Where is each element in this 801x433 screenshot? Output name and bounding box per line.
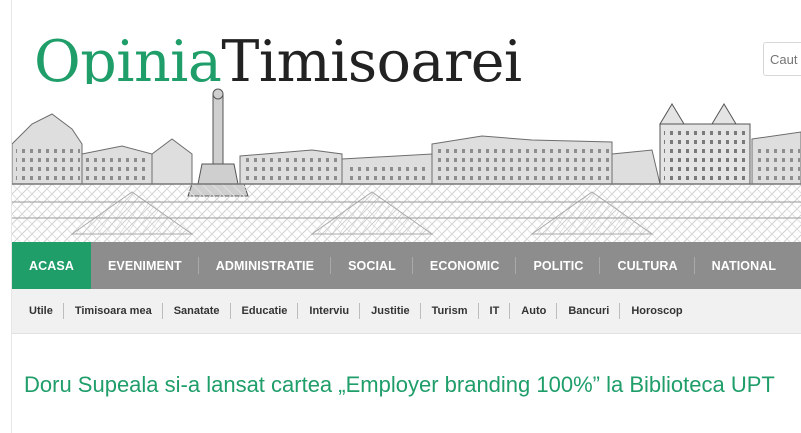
- main-menu: ACASA EVENIMENT ADMINISTRATIE SOCIAL ECO…: [12, 242, 801, 289]
- menu-item-social[interactable]: SOCIAL: [331, 242, 413, 289]
- menu-item-eveniment[interactable]: EVENIMENT: [91, 242, 199, 289]
- submenu-item-label: Turism: [431, 305, 468, 317]
- search-box[interactable]: [763, 42, 801, 76]
- menu-item-national[interactable]: NATIONAL: [695, 242, 793, 289]
- menu-item-label: NATIONAL: [711, 258, 777, 273]
- secondary-menu: Utile Timisoara mea Sanatate Educatie In…: [12, 289, 801, 334]
- city-skyline-banner: [12, 84, 801, 242]
- submenu-item-turism[interactable]: Turism: [421, 303, 479, 319]
- menu-item-label: CULTURA: [617, 258, 678, 273]
- submenu-item-sanatate[interactable]: Sanatate: [163, 303, 231, 319]
- submenu-item-auto[interactable]: Auto: [510, 303, 558, 319]
- submenu-item-utile[interactable]: Utile: [18, 303, 64, 319]
- menu-item-acasa[interactable]: ACASA: [12, 242, 91, 289]
- submenu-item-label: IT: [489, 305, 500, 317]
- submenu-item-label: Utile: [29, 305, 53, 317]
- menu-item-label: SOCIAL: [348, 258, 396, 273]
- submenu-item-label: Interviu: [309, 305, 350, 317]
- menu-item-administratie[interactable]: ADMINISTRATIE: [199, 242, 332, 289]
- submenu-item-timisoara-mea[interactable]: Timisoara mea: [64, 303, 163, 319]
- menu-item-label: EVENIMENT: [107, 258, 182, 273]
- submenu-item-label: Justitie: [371, 305, 410, 317]
- submenu-item-label: Educatie: [241, 305, 288, 317]
- menu-item-label: ACASA: [29, 258, 74, 273]
- menu-item-economic[interactable]: ECONOMIC: [413, 242, 517, 289]
- submenu-item-label: Timisoara mea: [74, 305, 152, 317]
- submenu-item-bancuri[interactable]: Bancuri: [557, 303, 621, 319]
- submenu-item-horoscop[interactable]: Horoscop: [620, 305, 693, 317]
- menu-item-label: ADMINISTRATIE: [215, 258, 315, 273]
- submenu-item-justitie[interactable]: Justitie: [360, 303, 421, 319]
- submenu-item-label: Bancuri: [568, 305, 610, 317]
- submenu-item-label: Auto: [521, 305, 547, 317]
- search-input[interactable]: [764, 43, 801, 75]
- submenu-item-label: Sanatate: [173, 305, 220, 317]
- skyline-illustration: [12, 84, 801, 242]
- menu-item-politic[interactable]: POLITIC: [516, 242, 601, 289]
- article-title-link[interactable]: Doru Supeala si-a lansat cartea „Employe…: [24, 370, 794, 400]
- menu-item-label: ECONOMIC: [429, 258, 500, 273]
- submenu-item-label: Horoscop: [631, 305, 683, 317]
- submenu-item-it[interactable]: IT: [479, 303, 511, 319]
- submenu-item-educatie[interactable]: Educatie: [231, 303, 299, 319]
- menu-item-cultura[interactable]: CULTURA: [600, 242, 695, 289]
- submenu-item-interviu[interactable]: Interviu: [298, 303, 361, 319]
- menu-item-label: POLITIC: [533, 258, 584, 273]
